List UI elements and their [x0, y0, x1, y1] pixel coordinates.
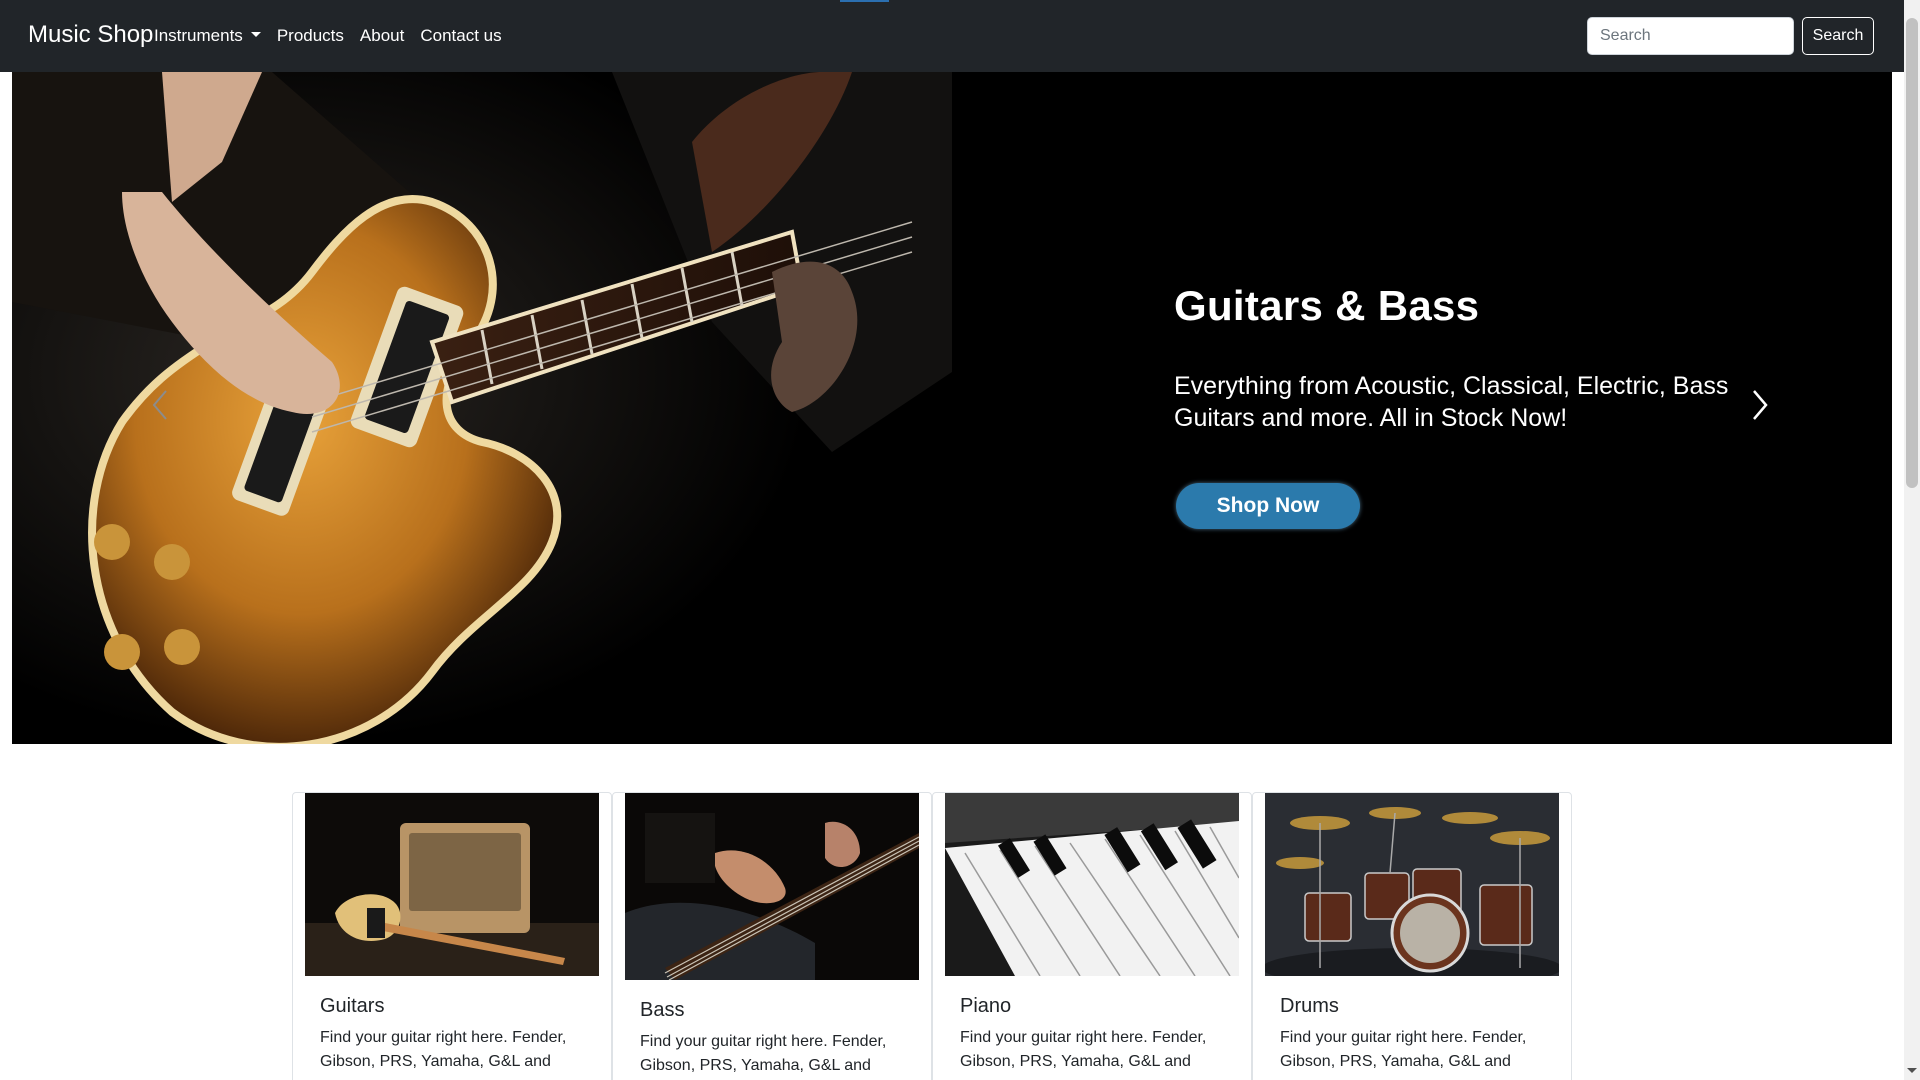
card-piano[interactable]: Piano Find your guitar right here. Fende… — [932, 792, 1252, 1080]
nav-links: Instruments Products About Contact us — [154, 26, 502, 46]
nav-products-link[interactable]: Products — [277, 26, 344, 46]
guitar-amp-image — [305, 793, 599, 976]
chevron-left-icon — [152, 390, 167, 420]
bass-guitar-image — [625, 793, 919, 980]
caret-down-icon — [250, 32, 261, 37]
card-bass[interactable]: Bass Find your guitar right here. Fender… — [612, 792, 932, 1080]
card-text: Find your guitar right here. Fender, Gib… — [320, 1029, 567, 1070]
search-input[interactable] — [1587, 17, 1794, 55]
carousel-caption: Guitars & Bass Everything from Acoustic,… — [1174, 282, 1734, 434]
hero-carousel: Guitars & Bass Everything from Acoustic,… — [12, 72, 1892, 744]
piano-keys-image — [945, 793, 1239, 976]
scrollbar-thumb[interactable] — [1906, 18, 1918, 488]
shop-now-button[interactable]: Shop Now — [1176, 483, 1360, 529]
carousel-text: Everything from Acoustic, Classical, Ele… — [1174, 372, 1729, 432]
chevron-right-icon — [1753, 390, 1768, 420]
card-title: Piano — [960, 995, 1012, 1017]
carousel-next-button[interactable] — [1740, 385, 1780, 425]
carousel-title: Guitars & Bass — [1174, 282, 1480, 329]
card-drums[interactable]: Drums Find your guitar right here. Fende… — [1252, 792, 1572, 1080]
brand-link[interactable]: Music Shop — [28, 21, 153, 49]
card-title: Drums — [1280, 995, 1339, 1017]
nav-instruments-dropdown[interactable]: Instruments — [154, 26, 261, 46]
card-text: Find your guitar right here. Fender, Gib… — [960, 1029, 1207, 1070]
card-text: Find your guitar right here. Fender, Gib… — [640, 1033, 887, 1074]
card-text: Find your guitar right here. Fender, Gib… — [1280, 1029, 1527, 1070]
nav-active-indicator — [840, 0, 889, 2]
card-title: Bass — [640, 999, 685, 1021]
nav-instruments-label: Instruments — [154, 26, 243, 45]
category-cards: Guitars Find your guitar right here. Fen… — [292, 792, 1572, 1080]
search-button[interactable]: Search — [1802, 17, 1874, 55]
drum-kit-image — [1265, 793, 1559, 976]
card-guitars[interactable]: Guitars Find your guitar right here. Fen… — [292, 792, 612, 1080]
carousel-prev-button[interactable] — [140, 385, 180, 425]
nav-about-link[interactable]: About — [360, 26, 404, 46]
card-title: Guitars — [320, 995, 385, 1017]
scroll-down-arrow-icon[interactable] — [1907, 1068, 1917, 1073]
nav-contact-link[interactable]: Contact us — [420, 26, 501, 46]
navbar: Music Shop Instruments Products About Co… — [0, 0, 1904, 72]
